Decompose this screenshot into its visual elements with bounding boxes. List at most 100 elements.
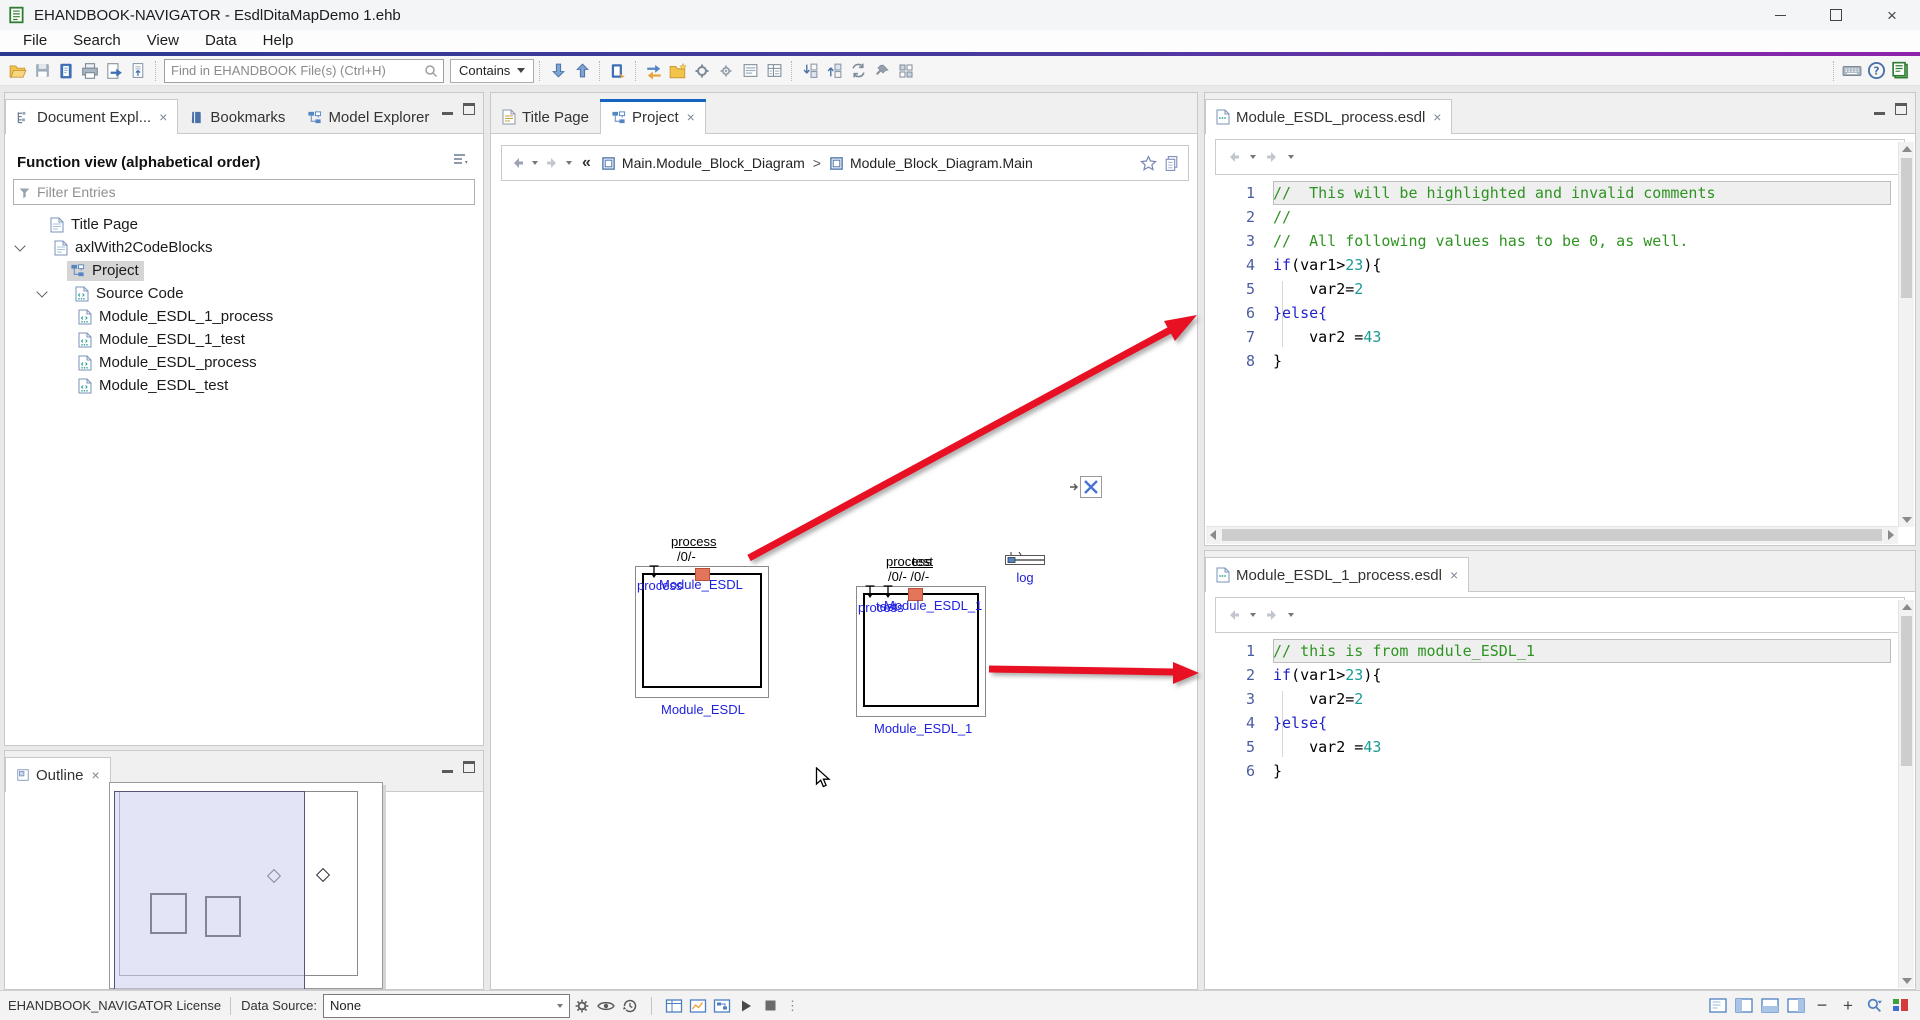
maximize-panel-icon[interactable] <box>463 103 475 115</box>
maximize-panel-icon[interactable] <box>463 761 475 773</box>
scroll-down-icon[interactable] <box>1902 978 1912 984</box>
minimize-panel-icon[interactable] <box>442 104 453 115</box>
zoom-out-button[interactable]: − <box>1810 994 1834 1018</box>
chevron-expanded-icon[interactable] <box>14 240 25 251</box>
chevron-expanded-icon[interactable] <box>36 286 47 297</box>
scroll-left-icon[interactable] <box>1210 530 1216 540</box>
model-compare-button[interactable] <box>642 59 666 83</box>
minimize-panel-icon[interactable] <box>442 762 453 773</box>
help-button[interactable]: ? <box>1864 59 1888 83</box>
vertical-scrollbar[interactable] <box>1898 600 1914 988</box>
filter-functions-button[interactable] <box>690 59 714 83</box>
scrollbar-thumb[interactable] <box>1222 529 1882 541</box>
code-area[interactable]: 1// This will be highlighted and invalid… <box>1205 181 1915 373</box>
back-icon[interactable] <box>1226 149 1242 165</box>
forward-icon[interactable] <box>544 155 560 171</box>
close-icon[interactable]: × <box>159 109 167 125</box>
navigate-next-button[interactable] <box>546 59 570 83</box>
tree-item-title-page[interactable]: Title Page <box>5 213 483 236</box>
filter-input[interactable] <box>35 183 470 201</box>
close-button[interactable]: × <box>1864 0 1920 30</box>
tree-item-source-code[interactable]: Source Code <box>5 282 483 305</box>
maximize-panel-icon[interactable] <box>1895 103 1907 115</box>
grid-view-button[interactable] <box>894 59 918 83</box>
close-icon[interactable]: × <box>1433 109 1441 125</box>
show-list-button[interactable] <box>738 59 762 83</box>
tree-item-module-esdl-test[interactable]: Module_ESDL_test <box>5 374 483 397</box>
pin-editor-button[interactable] <box>870 59 894 83</box>
datasource-history-button[interactable] <box>618 994 642 1018</box>
import-handbook-button[interactable] <box>54 59 78 83</box>
layout-split-right-button[interactable] <box>1784 994 1808 1018</box>
datasource-dropdown[interactable]: None <box>323 994 570 1018</box>
search-mode-dropdown[interactable]: Contains <box>450 59 534 83</box>
menu-file[interactable]: File <box>10 30 60 52</box>
minimize-button[interactable] <box>1752 0 1808 30</box>
tab-model-explorer[interactable]: Model Explorer <box>296 100 440 133</box>
export-report-button[interactable] <box>126 59 150 83</box>
tab-project[interactable]: Project × <box>600 99 706 134</box>
scroll-down-icon[interactable] <box>1902 517 1912 523</box>
link-down-button[interactable] <box>798 59 822 83</box>
start-measurement-button[interactable] <box>734 994 758 1018</box>
menu-view[interactable]: View <box>134 30 192 52</box>
view-menu-button[interactable] <box>453 153 469 172</box>
search-input[interactable] <box>165 63 423 78</box>
tab-bookmarks[interactable]: Bookmarks <box>178 100 296 133</box>
tree-item-module-esdl-process[interactable]: Module_ESDL_process <box>5 351 483 374</box>
layout-single-button[interactable] <box>1706 994 1730 1018</box>
tab-module-esdl-process[interactable]: Module_ESDL_process.esdl × <box>1205 99 1452 134</box>
datasource-settings-button[interactable] <box>570 994 594 1018</box>
layout-split-bottom-button[interactable] <box>1758 994 1782 1018</box>
zoom-in-button[interactable]: + <box>1836 994 1860 1018</box>
export-button[interactable] <box>102 59 126 83</box>
code-area[interactable]: 1// this is from module_ESDL_1 2if(var1>… <box>1205 639 1915 783</box>
filter-parameters-button[interactable] <box>714 59 738 83</box>
menu-help[interactable]: Help <box>250 30 307 52</box>
measure-chart-button[interactable] <box>686 994 710 1018</box>
show-table-button[interactable] <box>762 59 786 83</box>
save-button[interactable] <box>30 59 54 83</box>
collapse-crumbs-icon[interactable]: « <box>582 154 591 172</box>
navigate-previous-button[interactable] <box>570 59 594 83</box>
overflow-menu-icon[interactable]: ⋮ <box>786 998 800 1014</box>
open-handbook-button[interactable] <box>6 59 30 83</box>
forward-icon[interactable] <box>1264 607 1280 623</box>
close-icon[interactable]: × <box>687 109 695 125</box>
block-module-esdl-1[interactable]: process test /0/- /0/- process test Modu… <box>856 586 986 717</box>
stop-measurement-button[interactable] <box>758 994 782 1018</box>
forward-history-dropdown-icon[interactable] <box>566 161 572 165</box>
breadcrumb-item-2[interactable]: Module_Block_Diagram.Main <box>850 155 1033 171</box>
tab-title-page[interactable]: Title Page <box>491 100 600 133</box>
sync-selection-button[interactable] <box>846 59 870 83</box>
perspective-indicator[interactable] <box>1888 994 1912 1018</box>
back-history-dropdown-icon[interactable] <box>532 161 538 165</box>
close-icon[interactable]: × <box>1450 567 1458 583</box>
tree-item-module-esdl-1-process[interactable]: Module_ESDL_1_process <box>5 305 483 328</box>
minimize-panel-icon[interactable] <box>1874 104 1885 115</box>
log-element[interactable]: log <box>1005 551 1045 585</box>
tab-document-explorer[interactable]: Document Expl... × <box>5 99 178 134</box>
measure-table-button[interactable] <box>662 994 686 1018</box>
measure-model-button[interactable] <box>710 994 734 1018</box>
about-handbook-button[interactable] <box>1888 59 1912 83</box>
layout-split-left-button[interactable] <box>1732 994 1756 1018</box>
link-up-button[interactable] <box>822 59 846 83</box>
outline-viewport-rect[interactable] <box>114 791 305 990</box>
new-folder-button[interactable] <box>666 59 690 83</box>
back-history-dropdown-icon[interactable] <box>1250 613 1256 617</box>
breadcrumb-item-1[interactable]: Main.Module_Block_Diagram <box>622 155 805 171</box>
forward-icon[interactable] <box>1264 149 1280 165</box>
block-module-esdl[interactable]: process /0/- process Module_ESDL Module_… <box>635 566 769 698</box>
horizontal-scrollbar[interactable] <box>1206 526 1898 544</box>
show-in-handbook-button[interactable] <box>606 59 630 83</box>
delete-widget[interactable] <box>1069 475 1105 499</box>
scroll-up-icon[interactable] <box>1902 604 1912 610</box>
back-icon[interactable] <box>510 155 526 171</box>
dropdown-arrow[interactable] <box>551 995 569 1017</box>
forward-history-dropdown-icon[interactable] <box>1288 613 1294 617</box>
tree-item-axlwith2codeblocks[interactable]: axlWith2CodeBlocks <box>5 236 483 259</box>
back-icon[interactable] <box>1226 607 1242 623</box>
back-history-dropdown-icon[interactable] <box>1250 155 1256 159</box>
favorite-star-icon[interactable] <box>1140 155 1157 172</box>
